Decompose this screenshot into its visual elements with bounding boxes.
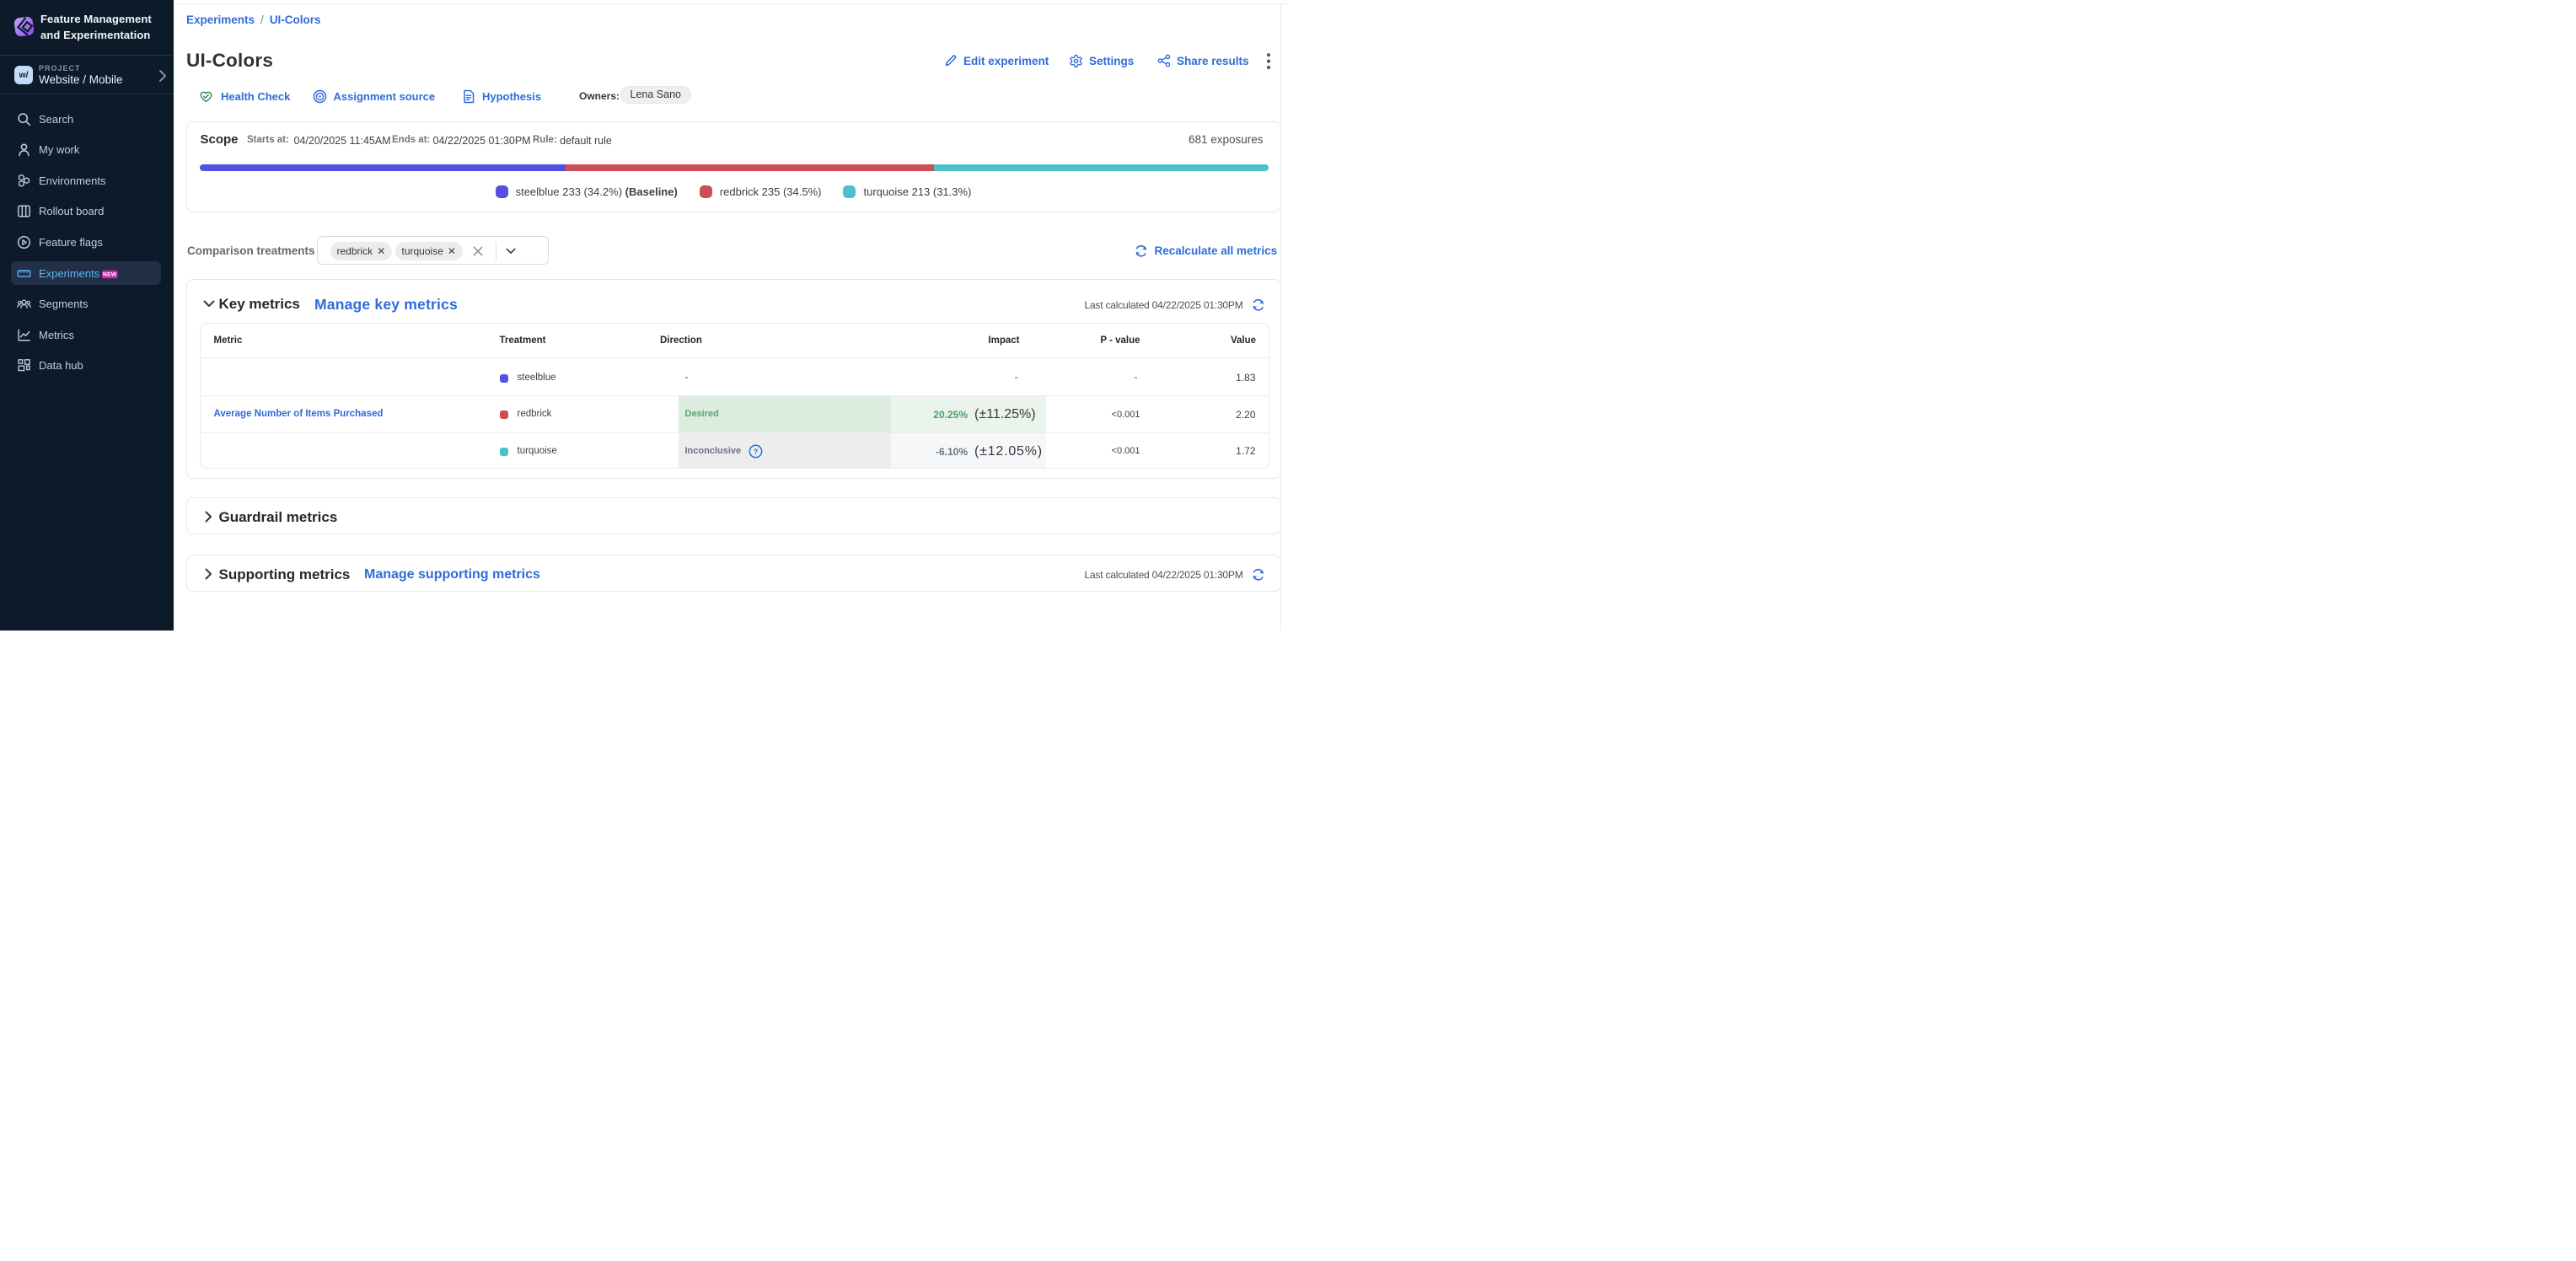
svg-text:?: ? (754, 448, 759, 456)
